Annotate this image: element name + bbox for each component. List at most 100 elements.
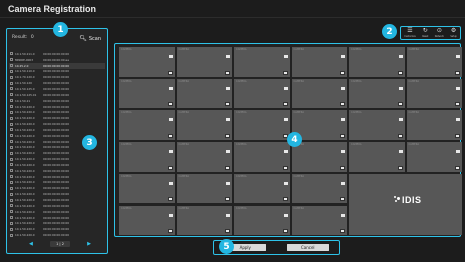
camera-cell[interactable]: CAMERA [234, 78, 290, 109]
checkbox[interactable] [10, 116, 13, 120]
checkbox[interactable] [10, 175, 13, 179]
camera-cell[interactable]: CAMERA [234, 47, 290, 77]
checkbox[interactable] [10, 134, 13, 138]
camera-address: 00:00:00:00:00:00 [43, 162, 70, 167]
camera-id: 10.1.50.220.0 [15, 133, 35, 138]
camera-cell[interactable]: CAMERA [176, 142, 232, 172]
list-icon: ☰ [407, 27, 413, 34]
checkbox[interactable] [10, 198, 13, 202]
camera-cell[interactable]: CAMERA [291, 142, 347, 172]
checkbox[interactable] [10, 216, 13, 220]
checkbox[interactable] [10, 204, 13, 208]
cell-caption: CAMERA [121, 143, 132, 147]
cell-caption: CAMERA [351, 111, 362, 115]
camera-cell[interactable]: CAMERA [234, 205, 290, 236]
checkbox[interactable] [10, 145, 13, 149]
video-icon [226, 86, 230, 90]
camera-cell[interactable]: CAMERA [119, 142, 175, 172]
checkbox[interactable] [10, 87, 13, 91]
checkbox[interactable] [10, 52, 13, 56]
cell-caption: CAMERA [293, 48, 305, 51]
checkbox[interactable] [10, 163, 13, 167]
camera-cell[interactable]: CAMERA [291, 78, 347, 109]
camera-cell[interactable]: CAMERA [176, 205, 232, 236]
camera-cell[interactable]: CAMERA [176, 78, 232, 109]
toolbar-list-button[interactable]: ☰ Customize [404, 27, 415, 39]
channel-icon [340, 229, 345, 234]
checkbox[interactable] [10, 93, 13, 97]
camera-cell[interactable]: CAMERA [234, 142, 290, 172]
checkbox[interactable] [10, 75, 13, 79]
logo-text: IDIS [402, 194, 422, 205]
video-icon [283, 118, 288, 122]
camera-cell[interactable]: CAMERA [349, 110, 405, 141]
toolbar-reset-button[interactable]: ↻ Reset [422, 28, 428, 39]
camera-cell[interactable]: CAMERA [119, 78, 175, 109]
video-icon [341, 181, 345, 185]
camera-cell[interactable]: CAMERA [234, 173, 290, 204]
checkbox[interactable] [10, 64, 13, 68]
page-indicator[interactable]: 1 | 2 [50, 241, 70, 247]
camera-cell[interactable]: CAMERA [119, 47, 175, 77]
camera-id: 10.1.50.220.0 [15, 233, 35, 238]
checkbox[interactable] [10, 81, 13, 85]
camera-cell[interactable]: CAMERA [176, 47, 232, 77]
camera-cell[interactable]: CAMERA [119, 205, 175, 236]
camera-cell[interactable]: CAMERA [349, 142, 405, 172]
camera-cell[interactable]: CAMERA [291, 47, 347, 77]
channel-icon [397, 102, 403, 107]
camera-cell[interactable]: CAMERA [406, 47, 462, 77]
checkbox[interactable] [10, 58, 13, 62]
checkbox[interactable] [10, 140, 13, 144]
camera-id: 10.1.50.220.0 [15, 139, 35, 144]
camera-address: 00:00:00:00:00:00 [43, 69, 70, 74]
checkbox[interactable] [10, 192, 13, 196]
channel-icon [167, 165, 173, 170]
checkbox[interactable] [10, 221, 13, 225]
camera-id: 10.1.50.120 [15, 81, 32, 86]
checkbox[interactable] [10, 210, 13, 214]
result-count: 0 [30, 35, 34, 40]
video-icon [341, 150, 345, 154]
cell-caption: CAMERA [121, 79, 132, 83]
callout-4: 4 [287, 132, 302, 147]
camera-cell[interactable]: CAMERA [349, 47, 405, 77]
camera-cell[interactable]: CAMERA [406, 110, 462, 141]
checkbox[interactable] [10, 110, 13, 114]
scan-button[interactable]: 🔍︎ Scan [77, 34, 103, 43]
camera-cell[interactable]: CAMERA [234, 110, 290, 141]
checkbox[interactable] [10, 157, 13, 161]
camera-cell[interactable]: CAMERA [406, 142, 462, 172]
camera-cell[interactable]: CAMERA [119, 110, 175, 141]
camera-cell[interactable]: CAMERA [406, 78, 462, 109]
triangle-left-icon[interactable]: ◀ [29, 241, 33, 247]
list-item[interactable]: 10.1.50.220.0 00:00:00:00:00:00 [9, 232, 105, 238]
video-icon [283, 55, 288, 58]
cell-caption: CAMERA [178, 143, 190, 147]
checkbox[interactable] [10, 99, 13, 103]
toolbar-settings-button[interactable]: ⚙ Setup [450, 28, 456, 39]
camera-cell[interactable]: CAMERA [176, 110, 232, 141]
toolbar-network-button[interactable]: ⊙ Network [435, 28, 444, 39]
checkbox[interactable] [10, 105, 13, 109]
checkbox[interactable] [10, 169, 13, 173]
triangle-right-icon[interactable]: ▶ [87, 241, 91, 247]
camera-address: 00:00:00:00:00:00 [43, 221, 70, 226]
camera-cell[interactable]: CAMERA [291, 173, 347, 204]
checkbox[interactable] [10, 69, 13, 73]
cell-caption: CAMERA [178, 174, 190, 178]
camera-cell[interactable]: CAMERA [349, 78, 405, 109]
checkbox[interactable] [10, 186, 13, 190]
camera-cell[interactable]: CAMERA [291, 205, 347, 236]
camera-id: 10.1.50.220.0 [15, 116, 35, 121]
checkbox[interactable] [10, 122, 13, 126]
channel-icon [225, 165, 230, 170]
checkbox[interactable] [10, 151, 13, 155]
checkbox[interactable] [10, 227, 13, 231]
checkbox[interactable] [10, 128, 13, 132]
checkbox[interactable] [10, 233, 13, 237]
camera-cell[interactable]: CAMERA [176, 173, 232, 204]
camera-cell[interactable]: CAMERA [119, 173, 175, 204]
cancel-button[interactable]: Cancel [286, 244, 329, 251]
checkbox[interactable] [10, 180, 13, 184]
